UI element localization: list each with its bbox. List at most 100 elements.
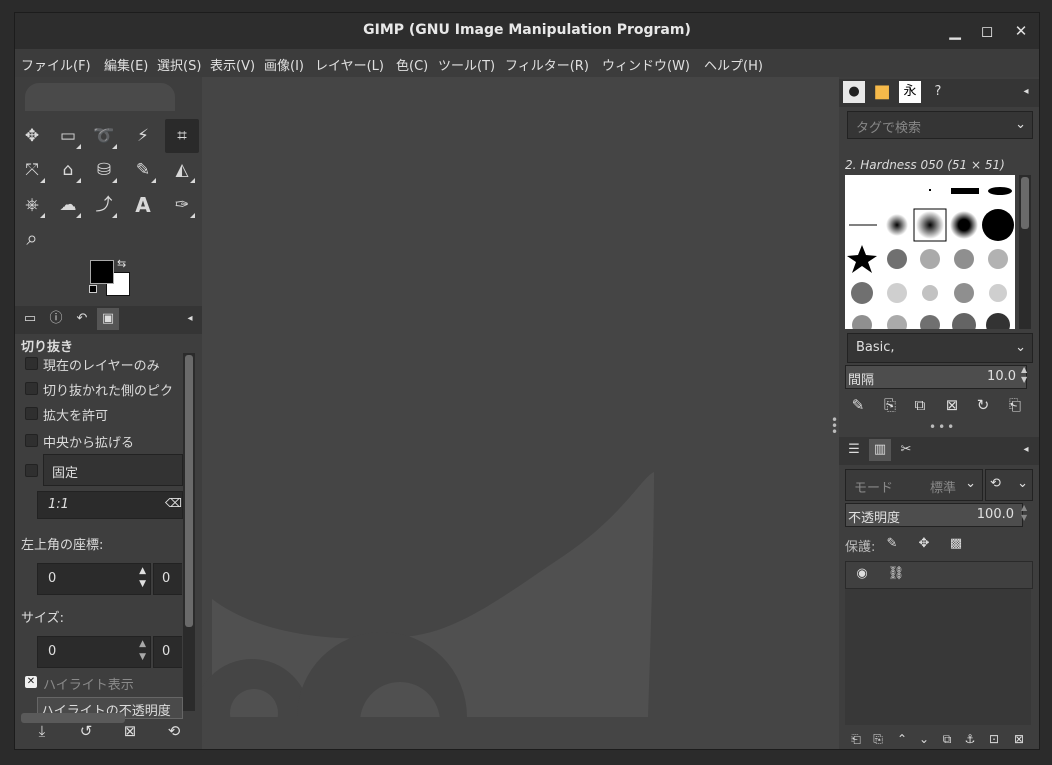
brush-grid[interactable] — [845, 175, 1015, 329]
swap-colors-icon[interactable]: ⇆ — [117, 257, 126, 270]
default-colors-icon[interactable] — [89, 285, 97, 293]
reset-options-icon[interactable]: ⟲ — [163, 722, 185, 740]
new-brush-icon[interactable]: ⎘ — [879, 396, 901, 414]
delete-options-icon[interactable]: ⊠ — [119, 722, 141, 740]
save-options-icon[interactable]: ⤓ — [31, 722, 53, 740]
brush-preset-dropdown[interactable]: Basic, ⌄ — [847, 333, 1033, 363]
layer-opacity-slider[interactable]: 不透明度 100.0 — [845, 503, 1023, 527]
menu-select[interactable]: 選択(S) — [157, 55, 201, 74]
crop-tool-icon[interactable]: ⌗ — [165, 119, 199, 153]
layers-list[interactable]: ◉ ⛓ — [845, 561, 1033, 725]
tab-channels-icon[interactable]: ▥ — [869, 439, 891, 461]
brush-vscrollbar[interactable] — [1019, 175, 1031, 329]
chevron-down-icon[interactable]: ⌄ — [1015, 340, 1026, 355]
size-h-input[interactable]: 0 — [153, 636, 182, 668]
chevron-down-icon[interactable]: ⌄ — [965, 476, 976, 491]
menu-help[interactable]: ヘルプ(H) — [704, 55, 763, 74]
size-w-stepper[interactable]: ▲ ▼ — [139, 638, 146, 664]
menu-tools[interactable]: ツール(T) — [438, 55, 495, 74]
options-vscrollbar[interactable] — [183, 353, 195, 711]
menu-filters[interactable]: フィルター(R) — [505, 55, 589, 74]
menu-colors[interactable]: 色(C) — [396, 55, 428, 74]
lower-layer-icon[interactable]: ⌄ — [913, 732, 935, 746]
composite-mode-dropdown[interactable]: ⟲ ⌄ — [985, 469, 1033, 501]
chevron-down-icon[interactable]: ⌄ — [1015, 117, 1026, 132]
options-vscroll-thumb[interactable] — [185, 355, 193, 627]
duplicate-layer-icon[interactable]: ⧉ — [936, 732, 958, 747]
delete-brush-icon[interactable]: ⊠ — [941, 396, 963, 414]
tab-fonts-icon[interactable]: 永 — [899, 81, 921, 103]
configure-brushes-tab-icon[interactable]: ◂ — [1015, 81, 1037, 103]
open-brush-icon[interactable]: ⎗ — [1004, 396, 1026, 414]
bucket-fill-tool-icon[interactable]: ⛁ — [89, 155, 119, 185]
delete-cropped-checkbox[interactable] — [25, 382, 38, 395]
fixed-mode-dropdown[interactable]: 固定 — [43, 454, 183, 486]
refresh-brushes-icon[interactable]: ↻ — [972, 396, 994, 414]
position-y-input[interactable]: 0 — [153, 563, 182, 595]
spacing-stepper[interactable]: ▲ ▼ — [1021, 365, 1027, 385]
highlight-checkbox[interactable]: ✕ — [25, 676, 37, 688]
foreground-color-swatch[interactable] — [90, 260, 114, 284]
raise-layer-icon[interactable]: ⌃ — [891, 732, 913, 746]
position-x-input[interactable]: 0 ▲ ▼ — [37, 563, 151, 595]
lasso-tool-icon[interactable]: ➰ — [89, 121, 119, 151]
menu-view[interactable]: 表示(V) — [210, 55, 255, 74]
tab-device-status-icon[interactable]: ⓘ — [45, 308, 67, 330]
rect-select-tool-icon[interactable]: ▭ — [53, 121, 83, 151]
chevron-down-icon[interactable]: ⌄ — [1017, 476, 1028, 491]
spacing-slider[interactable]: 間隔 10.0 — [845, 365, 1027, 389]
lock-position-icon[interactable]: ✥ — [913, 533, 935, 555]
fixed-checkbox[interactable] — [25, 464, 38, 477]
restore-options-icon[interactable]: ↺ — [75, 722, 97, 740]
image-canvas-empty[interactable] — [202, 77, 839, 749]
smudge-tool-icon[interactable]: ☁ — [53, 190, 83, 220]
tab-patterns-icon[interactable]: ■ — [871, 81, 893, 103]
maximize-button[interactable]: ◻ — [977, 21, 997, 41]
anchor-layer-icon[interactable]: ⚓ — [959, 732, 981, 746]
color-picker-tool-icon[interactable]: ✑ — [167, 190, 197, 220]
ratio-input[interactable]: 1:1 ⌫ — [37, 491, 183, 519]
transform-tool-icon[interactable]: ⤧ — [17, 155, 47, 185]
zoom-tool-icon[interactable]: ⌕ — [17, 223, 47, 253]
tab-layers-icon[interactable]: ☰ — [843, 439, 865, 461]
tag-search-input[interactable]: タグで検索 ⌄ — [847, 111, 1033, 139]
menu-edit[interactable]: 編集(E) — [104, 55, 148, 74]
duplicate-brush-icon[interactable]: ⧉ — [909, 396, 931, 414]
mask-layer-icon[interactable]: ⊡ — [983, 732, 1005, 746]
minimize-button[interactable]: ▁ — [945, 21, 965, 41]
clone-tool-icon[interactable]: ⎈ — [17, 190, 47, 220]
tab-brushes-icon[interactable]: ● — [843, 81, 865, 103]
lock-alpha-icon[interactable]: ▩ — [945, 533, 967, 555]
allow-growing-checkbox[interactable] — [25, 407, 38, 420]
text-tool-icon[interactable]: A — [128, 190, 158, 220]
paths-tool-icon[interactable]: ⤴ — [89, 190, 119, 220]
tab-tool-options-icon[interactable]: ▭ — [19, 308, 41, 330]
tab-images-icon[interactable]: ▣ — [97, 308, 119, 330]
new-layer-icon[interactable]: ⎘ — [867, 732, 889, 747]
configure-tab-icon[interactable]: ◂ — [179, 308, 201, 330]
move-tool-icon[interactable]: ✥ — [17, 121, 47, 151]
layer-mode-dropdown[interactable]: モード 標準 ⌄ — [845, 469, 983, 501]
delete-layer-icon[interactable]: ⊠ — [1008, 732, 1030, 746]
right-dock-separator-handle[interactable]: ••• — [929, 421, 956, 433]
menu-windows[interactable]: ウィンドウ(W) — [602, 55, 690, 74]
brush-vscroll-thumb[interactable] — [1021, 177, 1029, 229]
current-layer-only-checkbox[interactable] — [25, 357, 38, 370]
menu-layer[interactable]: レイヤー(L) — [315, 55, 384, 74]
clear-ratio-icon[interactable]: ⌫ — [165, 496, 182, 510]
warp-tool-icon[interactable]: ⌂ — [53, 155, 83, 185]
right-dock-resize-handle[interactable]: • • • — [831, 414, 838, 438]
menu-file[interactable]: ファイル(F) — [21, 55, 91, 74]
layer-opacity-stepper[interactable]: ▲ ▼ — [1021, 503, 1027, 523]
tab-paths-icon[interactable]: ✂ — [895, 439, 917, 461]
expand-from-center-checkbox[interactable] — [25, 434, 38, 447]
tab-help-icon[interactable]: ? — [927, 81, 949, 103]
paintbrush-tool-icon[interactable]: ✎ — [128, 155, 158, 185]
eraser-tool-icon[interactable]: ◭ — [167, 155, 197, 185]
tab-undo-history-icon[interactable]: ↶ — [71, 308, 93, 330]
configure-layers-tab-icon[interactable]: ◂ — [1015, 439, 1037, 461]
close-button[interactable]: ✕ — [1011, 21, 1031, 41]
fuzzy-select-tool-icon[interactable]: ⚡ — [128, 121, 158, 151]
position-x-stepper[interactable]: ▲ ▼ — [139, 565, 146, 591]
size-w-input[interactable]: 0 ▲ ▼ — [37, 636, 151, 668]
